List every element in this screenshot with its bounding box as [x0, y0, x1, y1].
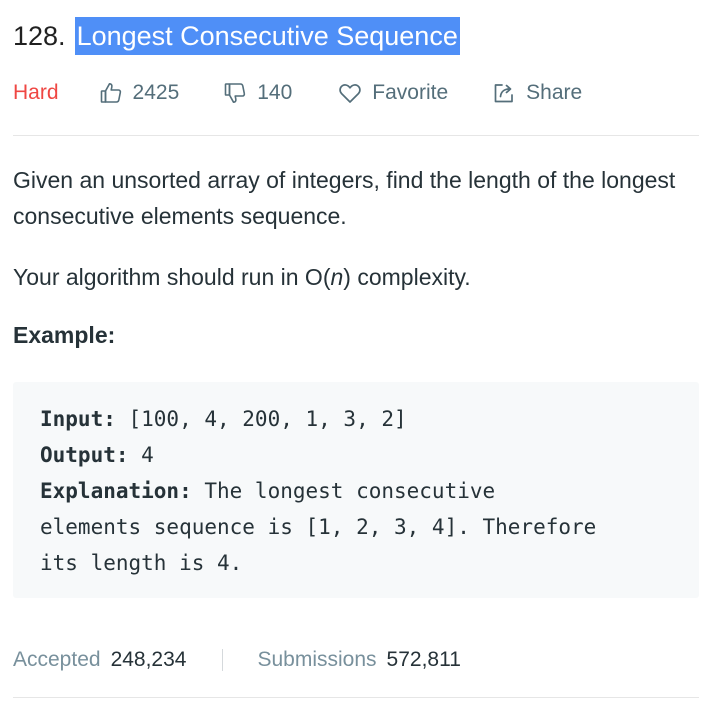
- share-label: Share: [526, 81, 583, 104]
- explanation-text-1: The longest consecutive: [191, 479, 496, 503]
- heart-icon: [339, 84, 362, 103]
- stats-separator: [222, 649, 224, 671]
- complexity-prefix: Your algorithm should run in O(: [13, 264, 331, 290]
- submissions-label: Submissions: [257, 648, 377, 671]
- problem-meta-row: Hard 2425 140 Favorite Share: [13, 77, 582, 109]
- complexity-requirement: Your algorithm should run in O(n) comple…: [13, 259, 702, 295]
- header-divider: [13, 135, 699, 136]
- output-value: 4: [128, 443, 154, 467]
- example-heading: Example:: [13, 322, 116, 348]
- like-button[interactable]: 2425: [99, 81, 180, 105]
- share-icon: [494, 84, 514, 103]
- difficulty-badge: Hard: [13, 81, 59, 104]
- thumbs-down-icon: [224, 83, 246, 103]
- like-count: 2425: [132, 81, 180, 104]
- input-value: [100, 4, 200, 1, 3, 2]: [115, 407, 407, 431]
- problem-title-row: 128. Longest Consecutive Sequence: [13, 16, 460, 56]
- output-label: Output:: [40, 443, 129, 467]
- example-explanation-line: Explanation: The longest consecutive: [40, 473, 699, 509]
- thumbs-up-icon: [100, 83, 121, 103]
- dislike-button[interactable]: 140: [223, 81, 292, 105]
- complexity-suffix: ) complexity.: [343, 264, 471, 290]
- example-explanation-line: its length is 4.: [40, 551, 243, 575]
- problem-number: 128.: [13, 20, 66, 51]
- complexity-variable: n: [330, 264, 344, 290]
- example-output-line: Output: 4: [40, 437, 699, 473]
- input-label: Input:: [40, 407, 116, 431]
- footer-divider: [13, 697, 699, 698]
- example-input-line: Input: [100, 4, 200, 1, 3, 2]: [40, 401, 699, 437]
- submission-stats: Accepted 248,234 Submissions 572,811: [13, 645, 461, 675]
- share-button[interactable]: Share: [492, 81, 582, 105]
- problem-page: 128. Longest Consecutive Sequence Hard 2…: [0, 0, 702, 722]
- submissions-count: 572,811: [386, 648, 461, 671]
- dislike-count: 140: [257, 81, 293, 104]
- example-code-block: Input: [100, 4, 200, 1, 3, 2] Output: 4 …: [13, 382, 699, 598]
- problem-description: Given an unsorted array of integers, fin…: [13, 167, 676, 229]
- favorite-label: Favorite: [372, 81, 449, 104]
- favorite-button[interactable]: Favorite: [338, 81, 448, 105]
- example-explanation-line: elements sequence is [1, 2, 3, 4]. There…: [40, 515, 597, 539]
- problem-title[interactable]: Longest Consecutive Sequence: [74, 17, 460, 55]
- accepted-label: Accepted: [13, 648, 101, 671]
- accepted-count: 248,234: [110, 648, 187, 671]
- explanation-label: Explanation:: [40, 479, 192, 503]
